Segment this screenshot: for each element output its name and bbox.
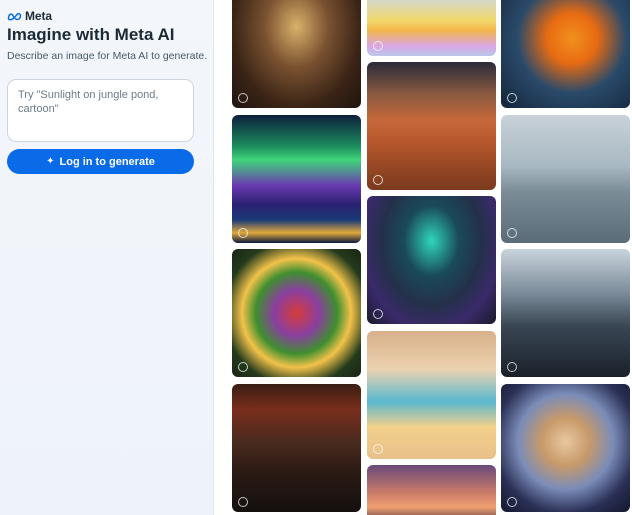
login-to-generate-button[interactable]: ✦ Log in to generate (7, 149, 194, 174)
ai-badge-icon (507, 228, 517, 238)
ai-badge-icon (238, 362, 248, 372)
page-subtitle: Describe an image for Meta AI to generat… (7, 50, 208, 62)
image-gallery (214, 0, 632, 515)
gallery-image[interactable] (367, 196, 496, 324)
ai-badge-icon (373, 175, 383, 185)
ai-badge-icon (238, 497, 248, 507)
gallery-image[interactable] (367, 331, 496, 459)
ai-badge-icon (507, 497, 517, 507)
brand-name: Meta (25, 9, 52, 23)
gallery-image[interactable] (232, 0, 361, 108)
ai-badge-icon (238, 228, 248, 238)
gallery-image[interactable] (367, 62, 496, 190)
gallery-scrollbar[interactable] (627, 0, 632, 515)
gallery-image[interactable] (367, 465, 496, 515)
gallery-image[interactable] (232, 249, 361, 377)
sidebar: Meta Imagine with Meta AI Describe an im… (0, 0, 214, 515)
gallery-image[interactable] (501, 115, 630, 243)
ai-badge-icon (373, 41, 383, 51)
page-title: Imagine with Meta AI (7, 25, 175, 44)
meta-infinity-icon (7, 12, 22, 21)
generate-button-label: Log in to generate (59, 155, 155, 168)
prompt-box (7, 79, 194, 142)
meta-brand[interactable]: Meta (7, 9, 52, 23)
gallery-image[interactable] (501, 384, 630, 512)
gallery-image[interactable] (232, 115, 361, 243)
gallery-image[interactable] (501, 249, 630, 377)
prompt-input[interactable] (18, 88, 183, 133)
ai-badge-icon (238, 93, 248, 103)
ai-badge-icon (507, 93, 517, 103)
gallery-image[interactable] (232, 384, 361, 512)
gallery-image[interactable] (501, 0, 630, 108)
ai-badge-icon (373, 309, 383, 319)
ai-badge-icon (507, 362, 517, 372)
gallery-image[interactable] (367, 0, 496, 56)
ai-badge-icon (373, 444, 383, 454)
sparkle-icon: ✦ (46, 155, 55, 167)
